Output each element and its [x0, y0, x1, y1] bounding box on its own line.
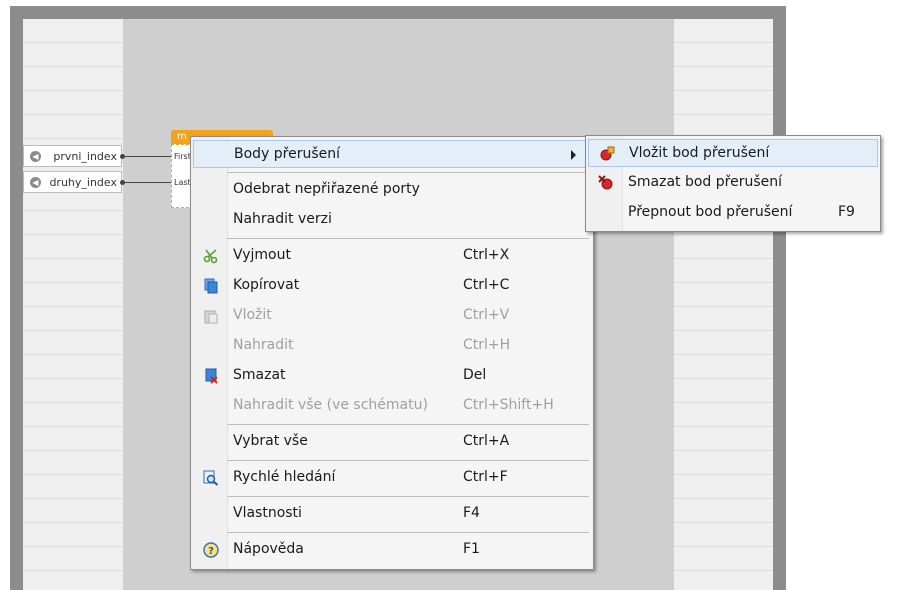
block-port-last[interactable]: Last — [174, 178, 191, 187]
menu-separator — [227, 496, 589, 497]
menu-item-quick-search[interactable]: Rychlé hledání Ctrl+F — [193, 464, 591, 492]
port-druhy-index[interactable]: ◀ druhy_index — [23, 171, 122, 193]
menu-item-label: Vyjmout — [233, 247, 291, 263]
menu-item-shortcut: Ctrl+A — [463, 433, 510, 449]
menu-separator — [227, 460, 589, 461]
connection-wire — [122, 182, 172, 183]
port-pin-icon: ◀ — [30, 177, 41, 188]
menu-separator — [227, 424, 589, 425]
menu-item-label: Nahradit vše (ve schématu) — [233, 397, 428, 413]
menu-item-help[interactable]: ? Nápověda F1 — [193, 536, 591, 564]
context-menu: Body přerušení Odebrat nepřiřazené porty… — [190, 136, 594, 570]
menu-item-shortcut: Del — [463, 367, 487, 383]
menu-item-replace-all[interactable]: Nahradit vše (ve schématu) Ctrl+Shift+H — [193, 392, 591, 420]
menu-item-replace-version[interactable]: Nahradit verzi — [193, 206, 591, 234]
menu-item-copy[interactable]: Kopírovat Ctrl+C — [193, 272, 591, 300]
menu-item-label: Smazat — [233, 367, 286, 383]
menu-item-label: Vložit bod přerušení — [629, 145, 770, 161]
menu-item-label: Vlastnosti — [233, 505, 302, 521]
menu-item-label: Nápověda — [233, 541, 304, 557]
menu-separator — [227, 532, 589, 533]
menu-item-breakpoints[interactable]: Body přerušení — [193, 140, 591, 168]
menu-item-delete[interactable]: Smazat Del — [193, 362, 591, 390]
menu-item-label: Vložit — [233, 307, 272, 323]
menu-item-shortcut: Ctrl+V — [463, 307, 510, 323]
insert-breakpoint-icon — [600, 146, 615, 161]
block-port-first[interactable]: First — [174, 152, 191, 161]
left-port-column — [23, 19, 123, 590]
menu-item-shortcut: F9 — [838, 204, 855, 220]
menu-item-label: Nahradit verzi — [233, 211, 332, 227]
help-icon: ? — [203, 542, 219, 558]
menu-item-shortcut: F4 — [463, 505, 480, 521]
menu-item-label: Vybrat vše — [233, 433, 308, 449]
menu-item-label: Body přerušení — [234, 146, 341, 162]
menu-item-cut[interactable]: Vyjmout Ctrl+X — [193, 242, 591, 270]
delete-breakpoint-icon — [598, 175, 613, 190]
menu-item-label: Rychlé hledání — [233, 469, 336, 485]
menu-separator — [227, 238, 589, 239]
port-prvni-index[interactable]: ◀ prvni_index — [23, 145, 122, 167]
wire-endpoint — [120, 154, 125, 159]
menu-item-label: Odebrat nepřiřazené porty — [233, 181, 420, 197]
menu-item-label: Nahradit — [233, 337, 294, 353]
menu-item-shortcut: Ctrl+C — [463, 277, 510, 293]
menu-item-properties[interactable]: Vlastnosti F4 — [193, 500, 591, 528]
menu-item-shortcut: Ctrl+Shift+H — [463, 397, 554, 413]
connection-wire — [122, 156, 172, 157]
menu-item-label: Přepnout bod přerušení — [628, 204, 793, 220]
submenu-arrow-icon — [571, 150, 576, 160]
wire-endpoint — [120, 180, 125, 185]
menu-item-label: Kopírovat — [233, 277, 300, 293]
search-icon — [203, 470, 219, 486]
port-label: druhy_index — [49, 176, 117, 189]
menu-item-remove-unassigned-ports[interactable]: Odebrat nepřiřazené porty — [193, 176, 591, 204]
menu-item-toggle-breakpoint[interactable]: Přepnout bod přerušení F9 — [588, 199, 878, 227]
menu-item-replace[interactable]: Nahradit Ctrl+H — [193, 332, 591, 360]
port-pin-icon: ◀ — [30, 151, 41, 162]
menu-item-paste[interactable]: Vložit Ctrl+V — [193, 302, 591, 330]
menu-separator — [227, 172, 589, 173]
menu-item-shortcut: Ctrl+F — [463, 469, 508, 485]
menu-item-select-all[interactable]: Vybrat vše Ctrl+A — [193, 428, 591, 456]
menu-item-delete-breakpoint[interactable]: Smazat bod přerušení — [588, 169, 878, 197]
menu-item-shortcut: F1 — [463, 541, 480, 557]
menu-item-shortcut: Ctrl+X — [463, 247, 510, 263]
svg-text:?: ? — [208, 546, 214, 557]
menu-item-shortcut: Ctrl+H — [463, 337, 511, 353]
copy-icon — [204, 278, 218, 294]
paste-icon — [204, 310, 218, 324]
delete-icon — [205, 368, 218, 384]
menu-item-insert-breakpoint[interactable]: Vložit bod přerušení — [588, 139, 878, 167]
port-label: prvni_index — [53, 150, 117, 163]
scissors-icon — [203, 249, 218, 264]
menu-item-label: Smazat bod přerušení — [628, 174, 783, 190]
right-port-column — [674, 19, 773, 590]
breakpoints-submenu: Vložit bod přerušení Smazat bod přerušen… — [585, 135, 881, 232]
